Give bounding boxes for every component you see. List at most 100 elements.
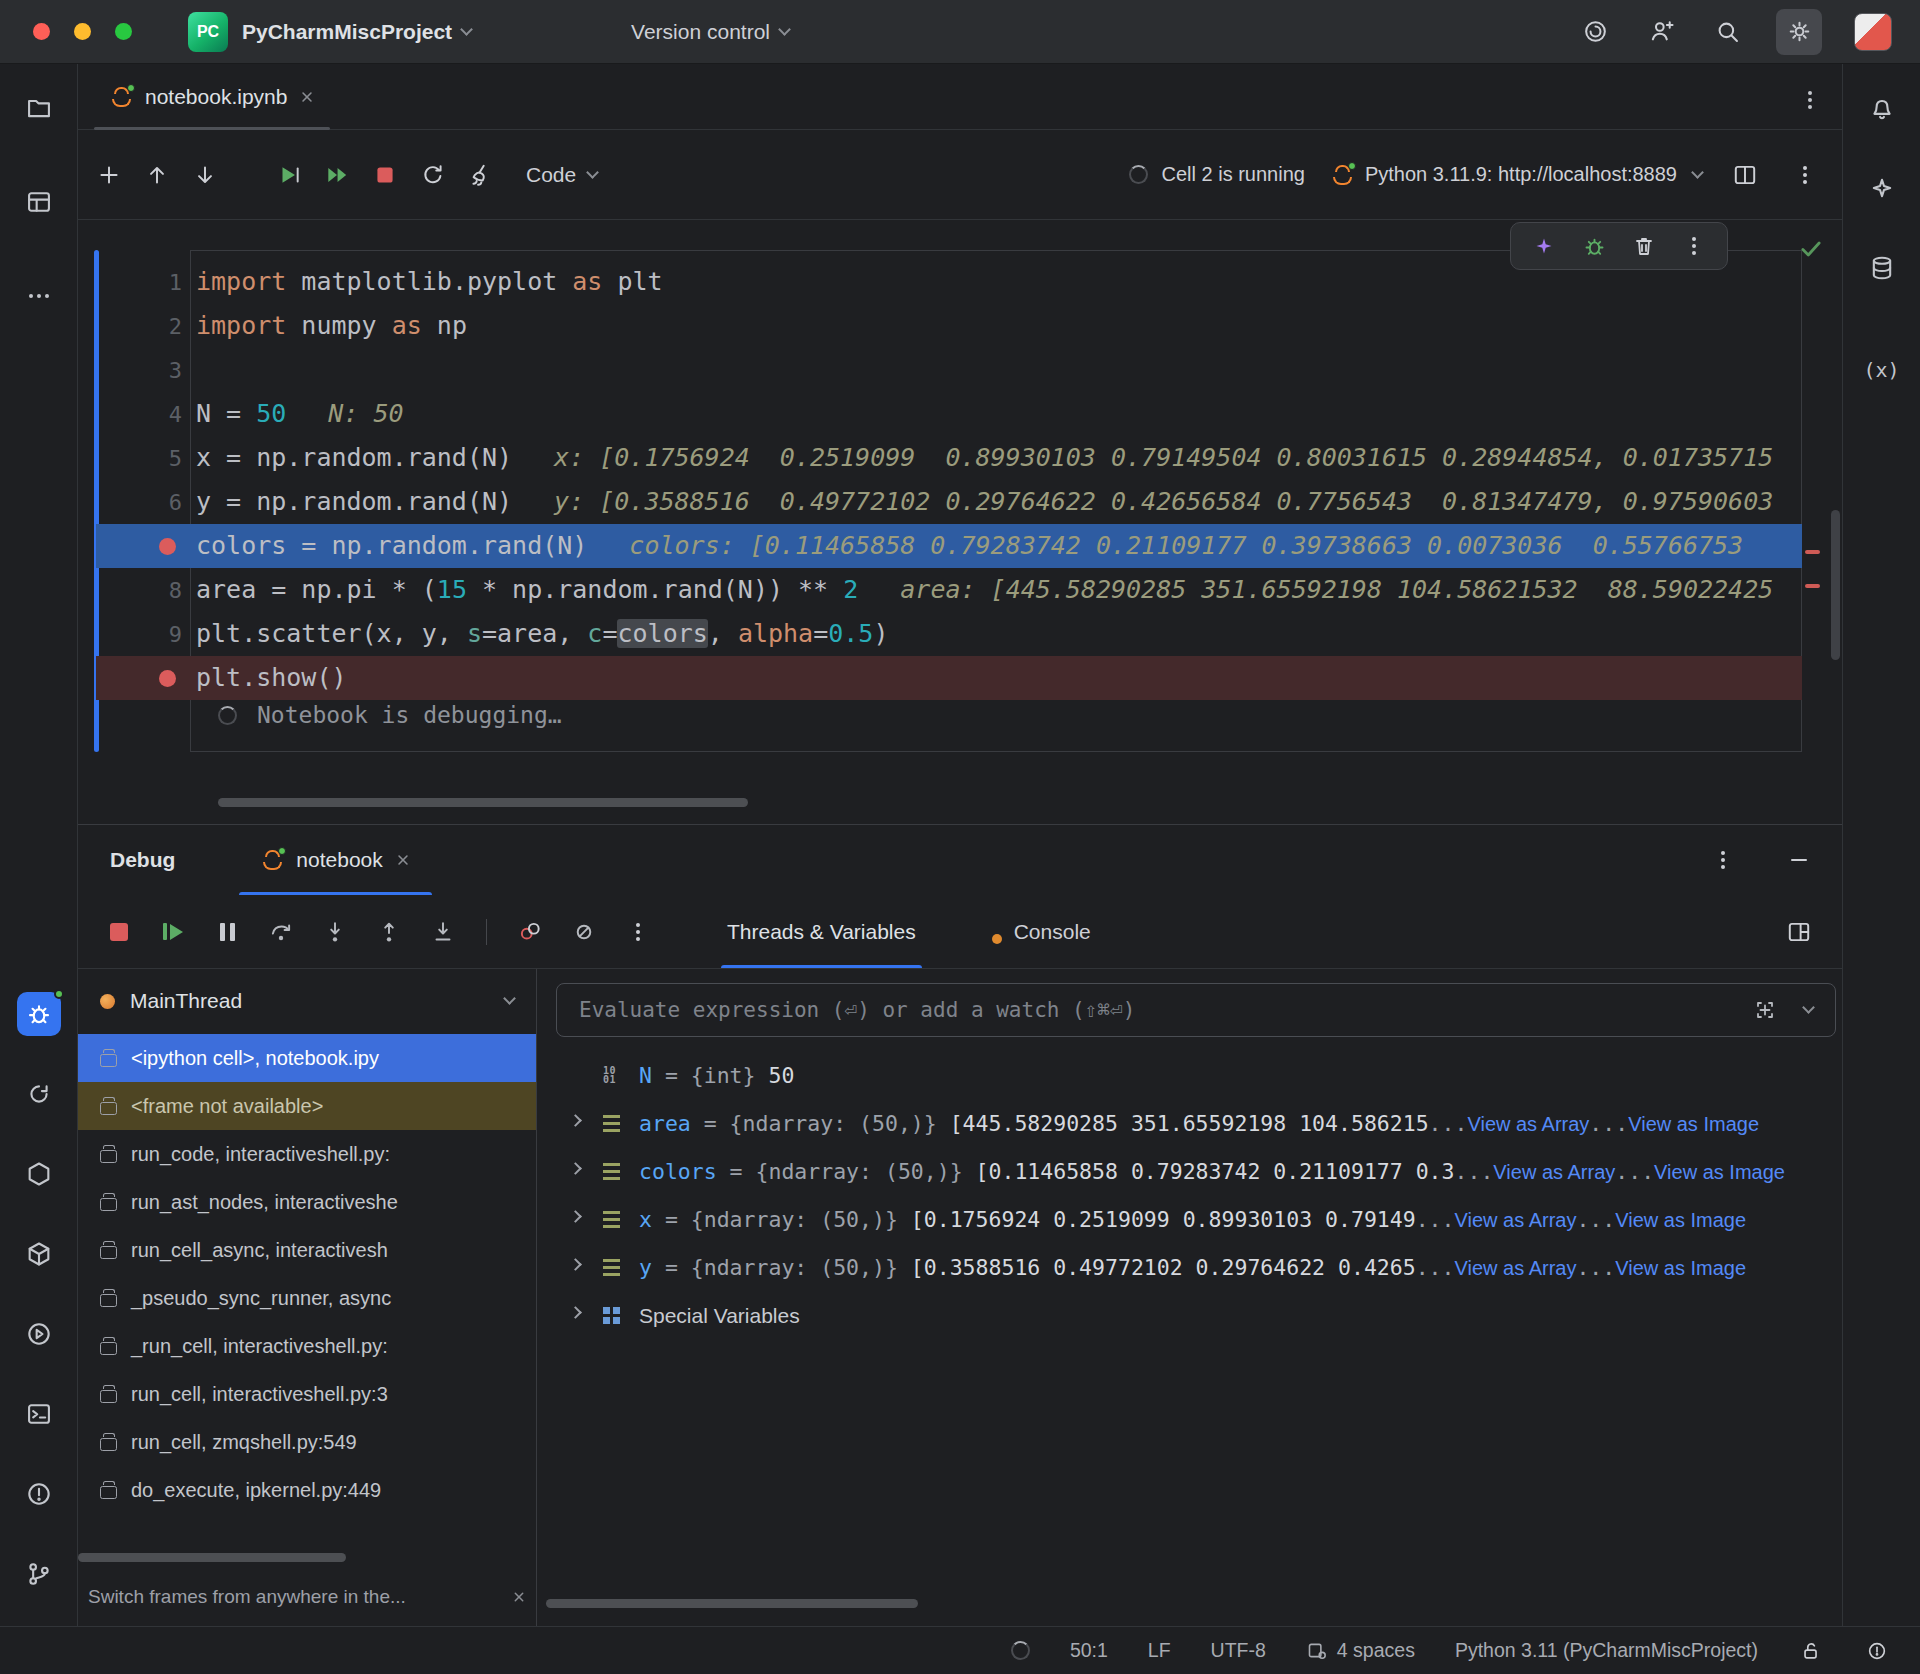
run-all-cells-button[interactable]	[320, 158, 354, 192]
code-line[interactable]: 3	[96, 348, 1802, 392]
close-window-button[interactable]	[33, 23, 50, 40]
variable-row[interactable]: area = {ndarray: (50,)} [445.58290285 35…	[538, 1099, 1842, 1147]
add-watch-icon[interactable]	[1748, 993, 1782, 1027]
step-out-button[interactable]	[372, 915, 406, 949]
frame-row[interactable]: run_ast_nodes, interactiveshe	[78, 1178, 536, 1226]
close-tab-icon[interactable]	[302, 91, 313, 102]
variable-row[interactable]: Special Variables	[538, 1291, 1842, 1339]
debug-options-icon[interactable]	[1706, 843, 1740, 877]
frame-row[interactable]: run_code, interactiveshell.py:	[78, 1130, 536, 1178]
view-as-link[interactable]: View as Image	[1628, 1113, 1759, 1135]
services-icon[interactable]	[17, 1312, 61, 1356]
terminal-icon[interactable]	[17, 1392, 61, 1436]
restart-kernel-button[interactable]	[416, 158, 450, 192]
profile-avatar[interactable]	[1854, 13, 1892, 51]
tab-threads-variables[interactable]: Threads & Variables	[721, 895, 922, 968]
more-tool-windows-icon[interactable]	[17, 274, 61, 318]
inspections-icon[interactable]	[1864, 1634, 1890, 1668]
expand-chevron-icon[interactable]	[571, 1265, 603, 1269]
variable-row[interactable]: x = {ndarray: (50,)} [0.1756924 0.251909…	[538, 1195, 1842, 1243]
project-selector[interactable]: PyCharmMiscProject	[242, 20, 471, 44]
dismiss-hint-icon[interactable]	[514, 1592, 525, 1603]
variable-row[interactable]: y = {ndarray: (50,)} [0.3588516 0.497721…	[538, 1243, 1842, 1291]
interrupt-kernel-button[interactable]	[368, 158, 402, 192]
run-cell-button[interactable]	[272, 158, 306, 192]
expand-chevron-icon[interactable]	[571, 1217, 603, 1221]
packages-icon[interactable]	[17, 1232, 61, 1276]
expand-chevron-icon[interactable]	[571, 1169, 603, 1173]
code-line[interactable]: plt.show()	[96, 656, 1802, 700]
delete-cell-button[interactable]	[1627, 229, 1661, 263]
frame-row[interactable]: <ipython cell>, notebook.ipy	[78, 1034, 536, 1082]
sciview-variables-icon[interactable]: (x)	[1860, 348, 1904, 392]
view-as-link[interactable]: View as Image	[1615, 1209, 1746, 1231]
code-line[interactable]: colors = np.random.rand(N)colors: [0.114…	[96, 524, 1802, 568]
variable-row[interactable]: 1001N = {int} 50	[538, 1051, 1842, 1099]
toolbar-more-icon[interactable]	[1788, 158, 1822, 192]
code-line[interactable]: 5x = np.random.rand(N)x: [0.1756924 0.25…	[96, 436, 1802, 480]
line-ending-selector[interactable]: LF	[1148, 1639, 1171, 1662]
settings-button[interactable]	[1776, 9, 1822, 55]
encoding-selector[interactable]: UTF-8	[1211, 1639, 1266, 1662]
view-as-link[interactable]: View as Image	[1615, 1257, 1746, 1279]
version-control-menu[interactable]: Version control	[631, 20, 789, 44]
frames-horizontal-scrollbar[interactable]	[78, 1553, 346, 1562]
lock-icon[interactable]	[1798, 1634, 1824, 1668]
cell-type-dropdown[interactable]: Code	[526, 163, 597, 187]
database-icon[interactable]	[1860, 246, 1904, 290]
chevron-down-icon[interactable]	[1802, 1001, 1815, 1014]
view-as-link[interactable]: View as Array	[1493, 1161, 1615, 1183]
debug-tab-notebook[interactable]: notebook	[239, 825, 431, 895]
breakpoint-dot[interactable]	[159, 538, 176, 555]
cell-more-icon[interactable]	[1677, 229, 1711, 263]
run-to-cursor-button[interactable]	[426, 915, 460, 949]
expand-chevron-icon[interactable]	[571, 1121, 603, 1125]
view-as-link[interactable]: View as Array	[1467, 1113, 1589, 1135]
close-debug-tab-icon[interactable]	[397, 854, 408, 865]
ai-assistant-icon[interactable]	[1578, 15, 1612, 49]
code-with-me-icon[interactable]	[1644, 15, 1678, 49]
view-as-link[interactable]: View as Array	[1455, 1209, 1577, 1231]
zoom-window-button[interactable]	[115, 23, 132, 40]
expand-chevron-icon[interactable]	[571, 1313, 603, 1317]
tab-console[interactable]: Console	[986, 895, 1097, 968]
minimize-window-button[interactable]	[74, 23, 91, 40]
code-line[interactable]: 8area = np.pi * (15 * np.random.rand(N))…	[96, 568, 1802, 612]
frame-row[interactable]: run_cell_async, interactivesh	[78, 1226, 536, 1274]
view-as-link[interactable]: View as Array	[1455, 1257, 1577, 1279]
resume-button[interactable]	[156, 915, 190, 949]
debug-tool-icon[interactable]	[17, 992, 61, 1036]
clear-outputs-icon[interactable]	[464, 158, 498, 192]
step-into-button[interactable]	[318, 915, 352, 949]
ai-cell-icon[interactable]	[1527, 229, 1561, 263]
pause-button[interactable]	[210, 915, 244, 949]
view-breakpoints-button[interactable]	[513, 915, 547, 949]
tab-notebook-ipynb[interactable]: notebook.ipynb	[94, 64, 330, 129]
code-line[interactable]: 2import numpy as np	[96, 304, 1802, 348]
search-icon[interactable]	[1710, 15, 1744, 49]
move-cell-up-button[interactable]	[140, 158, 174, 192]
frame-row[interactable]: run_cell, zmqshell.py:549	[78, 1418, 536, 1466]
variable-row[interactable]: colors = {ndarray: (50,)} [0.11465858 0.…	[538, 1147, 1842, 1195]
tab-options-icon[interactable]	[1808, 88, 1812, 106]
python-packages-icon[interactable]	[17, 1152, 61, 1196]
evaluate-expression-input[interactable]: Evaluate expression (⏎) or add a watch (…	[556, 983, 1836, 1037]
notifications-icon[interactable]	[1860, 86, 1904, 130]
interpreter-widget[interactable]: Python 3.11 (PyCharmMiscProject)	[1455, 1639, 1758, 1662]
code-line[interactable]: 4N = 50N: 50	[96, 392, 1802, 436]
version-control-icon[interactable]	[17, 1552, 61, 1596]
frame-row[interactable]: _pseudo_sync_runner, async	[78, 1274, 536, 1322]
frame-row[interactable]: do_execute, ipkernel.py:449	[78, 1466, 536, 1514]
layout-settings-icon[interactable]	[1782, 915, 1816, 949]
move-cell-down-button[interactable]	[188, 158, 222, 192]
python-console-icon[interactable]	[17, 1072, 61, 1116]
code-line[interactable]: 9plt.scatter(x, y, s=area, c=colors, alp…	[96, 612, 1802, 656]
structure-icon[interactable]	[17, 180, 61, 224]
add-cell-button[interactable]	[92, 158, 126, 192]
frame-row[interactable]: <frame not available>	[78, 1082, 536, 1130]
frame-row[interactable]: run_cell, interactiveshell.py:3	[78, 1370, 536, 1418]
indent-selector[interactable]: 4 spaces	[1306, 1639, 1415, 1662]
editor-vertical-scrollbar[interactable]	[1831, 510, 1840, 660]
caret-position[interactable]: 50:1	[1070, 1639, 1108, 1662]
frame-row[interactable]: _run_cell, interactiveshell.py:	[78, 1322, 536, 1370]
